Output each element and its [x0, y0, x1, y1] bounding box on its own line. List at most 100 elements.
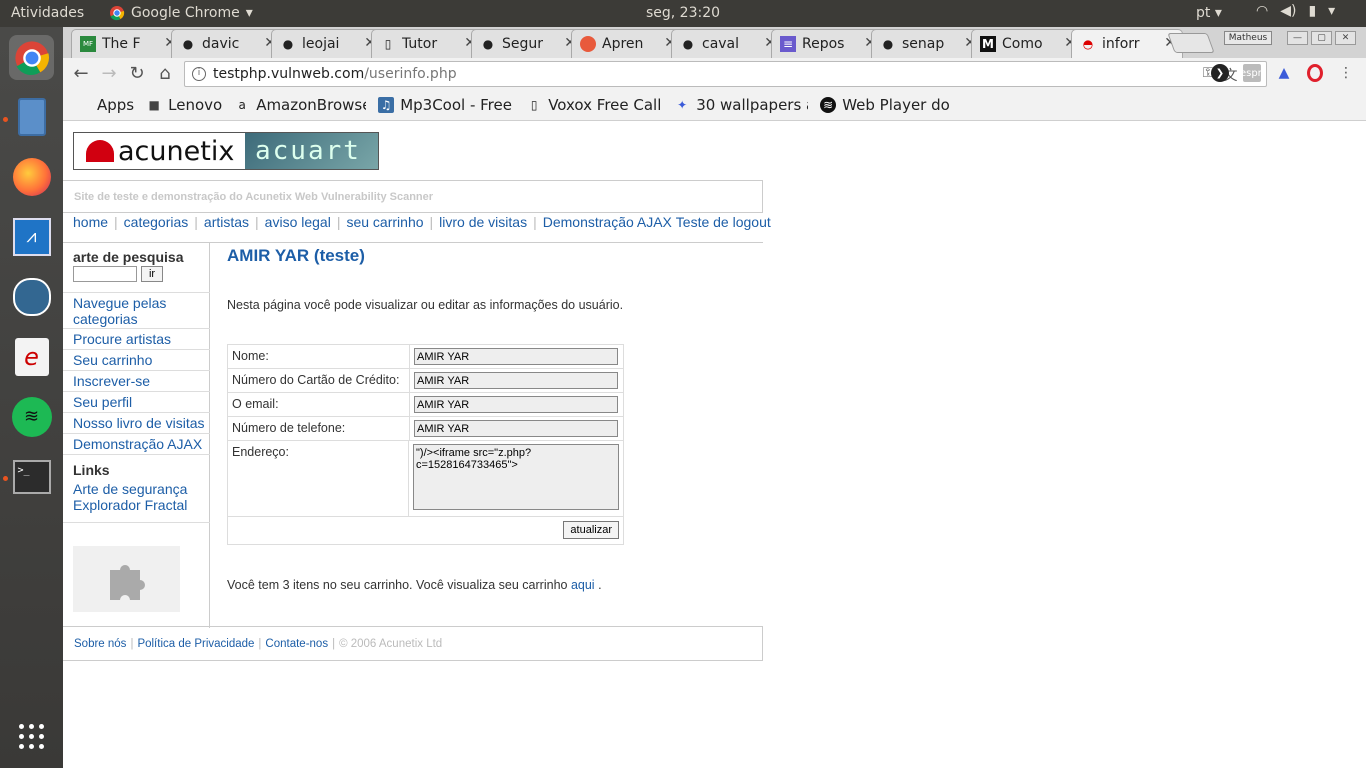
bookmark-item[interactable]: ≋ Web Player do S — [820, 96, 954, 114]
nav-link-categories[interactable]: categorias — [124, 214, 189, 230]
nav-link-logout[interactable]: Teste de logout — [676, 214, 771, 230]
browser-tab[interactable]: M Como ✕ — [971, 29, 1083, 58]
home-button[interactable]: ⌂ — [153, 62, 177, 86]
browser-tab[interactable]: ≡ Repos ✕ — [771, 29, 883, 58]
search-button[interactable]: ir — [141, 266, 163, 282]
arrow-left-icon: ← — [73, 63, 89, 84]
search-input[interactable] — [73, 266, 137, 282]
cart-note-text: Você tem 3 itens no seu carrinho. Você v… — [227, 578, 568, 592]
site-tagline: Site de teste e demonstração do Acunetix… — [63, 180, 763, 213]
sidebar-link-cart[interactable]: Seu carrinho — [63, 350, 210, 371]
browser-tab[interactable]: Apren ✕ — [571, 29, 683, 58]
language-indicator[interactable]: pt ▾ — [1196, 5, 1222, 21]
cart-link[interactable]: aqui — [571, 578, 595, 592]
extension-dark-icon[interactable]: ❯ — [1211, 64, 1229, 82]
page-icon: ▯ — [530, 98, 538, 112]
menu-icon[interactable]: ⋮ — [1337, 64, 1355, 82]
credit-card-field[interactable] — [414, 372, 618, 389]
link-fractal-explorer[interactable]: Explorador Fractal — [73, 497, 187, 513]
opera-icon[interactable] — [1307, 64, 1323, 82]
dock-firefox[interactable] — [9, 154, 54, 199]
info-icon[interactable]: i — [192, 67, 206, 81]
sidebar-link-artists[interactable]: Procure artistas — [63, 329, 210, 350]
nav-link-ajax-demo[interactable]: Demonstração AJAX — [543, 214, 672, 230]
update-button[interactable]: atualizar — [563, 521, 619, 539]
clock[interactable]: seg, 23:20 — [0, 5, 1366, 21]
nav-separator: | — [114, 214, 118, 230]
sidebar-link-profile[interactable]: Seu perfil — [63, 392, 210, 413]
system-tray[interactable]: ◠ ◀) ▮ ▾ — [1256, 3, 1335, 19]
file-cabinet-icon — [17, 97, 46, 136]
copyright: © 2006 Acunetix Ltd — [339, 638, 443, 650]
firefox-icon — [12, 157, 51, 196]
main-nav: home | categorias | artistas | aviso legal |… — [73, 214, 771, 230]
browser-tab-active[interactable]: ◓ inforr ✕ — [1071, 29, 1183, 58]
sidebar-link-guestbook[interactable]: Nosso livro de visitas — [63, 413, 210, 434]
footer-link-privacy[interactable]: Política de Privacidade — [137, 638, 254, 660]
nav-link-home[interactable]: home — [73, 214, 108, 230]
bookmark-item[interactable]: a AmazonBrowser — [234, 96, 367, 114]
show-applications-button[interactable] — [9, 714, 54, 759]
extension-graduation-icon[interactable]: ▲ — [1275, 64, 1293, 82]
bookmark-item[interactable]: ▯ Voxox Free Calls — [526, 96, 662, 114]
dock-system-monitor[interactable]: ⩘ — [9, 214, 54, 259]
email-field[interactable] — [414, 396, 618, 413]
browser-tab[interactable]: ● leojai ✕ — [271, 29, 383, 58]
nav-link-disclaimer[interactable]: aviso legal — [265, 214, 331, 230]
sidebar-link-categories[interactable]: Navegue pelas categorias — [63, 292, 210, 329]
extensions: ❯ espn ▲ ⋮ — [1211, 64, 1355, 82]
nav-separator: | — [429, 214, 434, 230]
nav-separator: | — [255, 214, 259, 230]
extension-espn-icon[interactable]: espn — [1240, 64, 1264, 82]
nav-link-cart[interactable]: seu carrinho — [346, 214, 423, 230]
nav-link-artists[interactable]: artistas — [204, 214, 249, 230]
spotify-icon: ≋ — [11, 396, 52, 437]
reload-button[interactable]: ↻ — [125, 62, 149, 86]
nav-link-guestbook[interactable]: livro de visitas — [439, 214, 527, 230]
dock-terminal[interactable]: >_ — [9, 454, 54, 499]
address-bar[interactable]: i testphp.vulnweb.com/userinfo.php ⚿ 文 ☆ — [184, 61, 1267, 87]
browser-tab[interactable]: MF The F ✕ — [71, 29, 183, 58]
close-icon[interactable]: ✕ — [1335, 31, 1356, 45]
browser-tab[interactable]: ● caval ✕ — [671, 29, 783, 58]
browser-tab[interactable]: ● davic ✕ — [171, 29, 283, 58]
phone-field[interactable] — [414, 420, 618, 437]
profile-button[interactable]: Matheus — [1224, 31, 1272, 45]
url-host: testphp.vulnweb.com — [213, 66, 365, 82]
missing-plugin — [73, 546, 180, 612]
bookmark-label: AmazonBrowser — [256, 96, 367, 114]
page-icon: ▯ — [384, 37, 392, 51]
chrome-icon — [14, 40, 49, 75]
address-field[interactable]: ")/><iframe src="z.php?c=1528164733465"> — [413, 444, 619, 510]
dock-pdf-reader[interactable]: e — [9, 334, 54, 379]
sidebar-link-signup[interactable]: Inscrever-se — [63, 371, 210, 392]
link-security-art[interactable]: Arte de segurança — [73, 481, 187, 497]
dock-files[interactable] — [9, 94, 54, 139]
minimize-icon[interactable]: — — [1287, 31, 1308, 45]
bookmark-item[interactable]: ✦ 30 wallpapers al — [674, 96, 808, 114]
dock: ⩘ e ≋ >_ — [0, 27, 63, 768]
footer-link-about[interactable]: Sobre nós — [74, 638, 126, 660]
bookmark-item[interactable]: Apps — [75, 96, 134, 114]
terminal-icon: >_ — [12, 459, 51, 494]
sidebar-link-ajax-demo[interactable]: Demonstração AJAX — [63, 434, 210, 455]
browser-tab[interactable]: ● senap ✕ — [871, 29, 983, 58]
maximize-icon[interactable]: ▢ — [1311, 31, 1332, 45]
footer-link-contact[interactable]: Contate-nos — [265, 638, 328, 660]
site-logo[interactable]: acunetix acuart — [73, 132, 379, 170]
back-button[interactable]: ← — [69, 62, 93, 86]
forward-button[interactable]: → — [97, 62, 121, 86]
dock-spotify[interactable]: ≋ — [9, 394, 54, 439]
bookmarks-bar: Apps ■ Lenovo a AmazonBrowser ♫ Mp3Cool … — [63, 90, 1366, 121]
chevron-down-icon: ▾ — [1328, 3, 1336, 19]
new-tab-button[interactable] — [1167, 33, 1215, 53]
name-field[interactable] — [414, 348, 618, 365]
nav-separator: | — [194, 214, 198, 230]
bookmark-item[interactable]: ■ Lenovo — [146, 96, 222, 114]
browser-tab[interactable]: ▯ Tutor ✕ — [371, 29, 483, 58]
avatar-icon — [580, 36, 596, 52]
browser-tab[interactable]: ● Segur ✕ — [471, 29, 583, 58]
dock-pgadmin[interactable] — [9, 274, 54, 319]
dock-chrome[interactable] — [9, 35, 54, 80]
bookmark-item[interactable]: ♫ Mp3Cool - Free / — [378, 96, 514, 114]
